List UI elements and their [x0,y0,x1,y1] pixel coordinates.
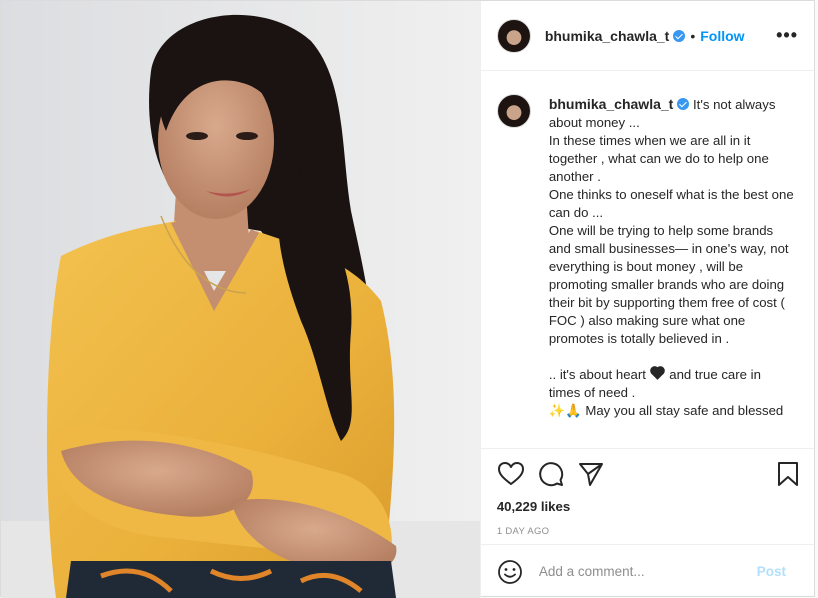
separator-dot: • [690,27,696,44]
action-icons [497,449,798,499]
comment-input[interactable] [536,563,757,580]
post-header: bhumika_chawla_t • Follow ••• [480,1,814,71]
caption-line: One will be trying to help some brands a… [548,223,789,346]
comments-area[interactable]: bhumika_chawla_t It's not always about m… [481,72,814,448]
caption-line: One thinks to oneself what is the best o… [548,187,794,220]
post-timestamp[interactable]: 1 DAY AGO [497,526,798,537]
author-username[interactable]: bhumika_chawla_t [545,28,670,44]
caption-author-avatar[interactable] [496,94,531,128]
black-heart-icon [650,367,664,380]
follow-button[interactable]: Follow [700,28,744,44]
likes-count[interactable]: 40,229 likes [497,499,798,514]
author-avatar[interactable] [496,18,531,53]
more-options-icon[interactable]: ••• [776,25,798,46]
verified-badge-icon [673,29,686,42]
heart-icon[interactable] [497,460,525,488]
instagram-post: bhumika_chawla_t • Follow ••• bhumika_ch… [0,0,815,598]
post-sidebar: bhumika_chawla_t • Follow ••• bhumika_ch… [479,1,814,598]
caption-line: May you all stay safe and blessed [585,403,784,418]
caption-author-username[interactable]: bhumika_chawla_t [549,96,674,112]
comment-icon[interactable] [537,460,565,488]
caption-line: In these times when we are all in it tog… [548,133,769,184]
woman-in-yellow-shirt-photo [1,1,480,598]
post-comment-button[interactable]: Post [757,564,786,579]
add-comment-bar: Post [480,544,814,598]
bookmark-icon[interactable] [774,460,802,488]
post-photo[interactable] [1,1,480,598]
share-icon[interactable] [577,460,605,488]
post-caption: bhumika_chawla_t It's not always about m… [549,95,794,448]
sparkles-pray-emoji: ✨🙏 [548,403,582,418]
verified-badge-icon [677,98,690,110]
smiley-icon[interactable] [497,559,523,585]
post-actions: 40,229 likes 1 DAY AGO [480,448,814,537]
caption-line: .. it's about heart [548,367,646,382]
